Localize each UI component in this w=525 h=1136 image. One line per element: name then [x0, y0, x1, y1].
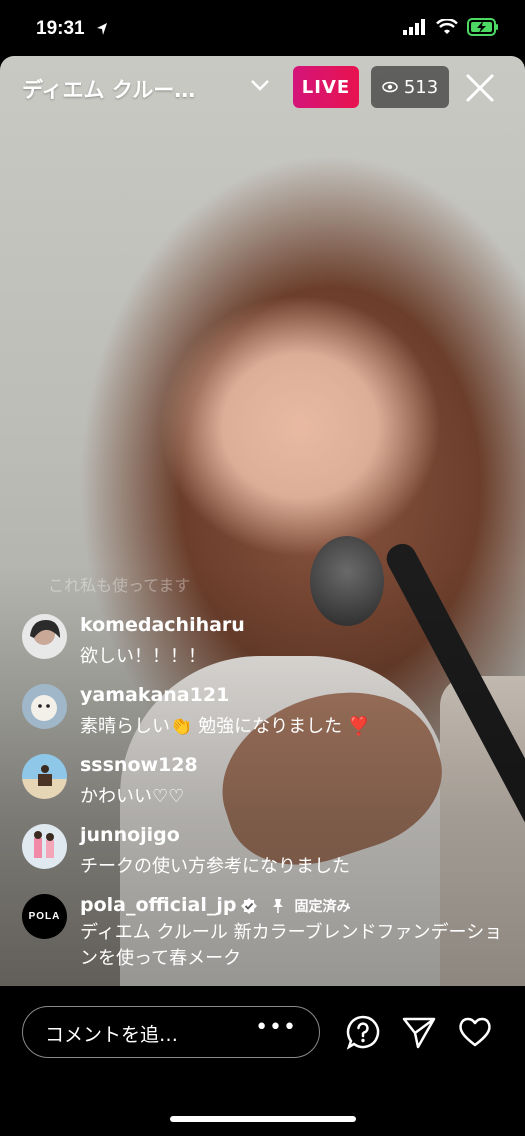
comment-username[interactable]: komedachiharu	[80, 614, 245, 636]
comment-username[interactable]: yamakana121	[80, 684, 229, 706]
comment-text: ディエム クルール 新カラーブレンドファンデーションを使って春メーク	[80, 922, 503, 969]
avatar[interactable]	[22, 824, 67, 869]
comment-username[interactable]: sssnow128	[80, 754, 198, 776]
avatar[interactable]	[22, 614, 67, 659]
heart-icon[interactable]	[457, 1014, 493, 1050]
question-icon[interactable]	[345, 1014, 381, 1050]
pinned-comment: POLA pola_official_jp 固定済み ディエム クルール 新カラ…	[22, 890, 512, 990]
comment-text: チークの使い方参考になりました	[80, 856, 350, 877]
wifi-icon	[436, 19, 458, 34]
comment-feed: komedachiharu 欲しい！！！！ yamakana121 素晴らしい👏…	[22, 610, 512, 990]
comment-text: かわいい♡♡	[80, 786, 185, 807]
status-bar: 19:31	[0, 0, 525, 56]
pola-avatar[interactable]: POLA	[22, 894, 67, 939]
live-label: LIVE	[301, 76, 351, 98]
faded-comment: これ私も使ってます	[48, 576, 191, 595]
comment-item: yamakana121 素晴らしい👏 勉強になりました ❣️	[22, 680, 512, 750]
comment-item: junnojigo チークの使い方参考になりました	[22, 820, 512, 890]
viewer-count-badge[interactable]: 513	[371, 66, 449, 108]
chevron-down-icon[interactable]	[250, 78, 270, 92]
more-options-button[interactable]: •••	[255, 1015, 297, 1040]
broadcast-title[interactable]: ディエム クルー…	[22, 74, 195, 104]
eye-icon	[382, 81, 398, 93]
viewer-count: 513	[403, 76, 439, 98]
location-arrow-icon	[97, 23, 107, 35]
comment-item: komedachiharu 欲しい！！！！	[22, 610, 512, 680]
battery-charging-icon	[467, 18, 498, 36]
cellular-signal-icon	[403, 19, 425, 35]
status-time: 19:31	[36, 18, 85, 39]
home-indicator[interactable]	[170, 1116, 356, 1122]
comment-username[interactable]: junnojigo	[80, 824, 180, 846]
send-icon[interactable]	[401, 1014, 437, 1050]
close-icon[interactable]	[464, 72, 496, 104]
comment-placeholder: コメントを追…	[45, 1024, 179, 1046]
pinned-comment-header: pola_official_jp 固定済み	[80, 894, 350, 916]
avatar[interactable]	[22, 754, 67, 799]
verified-badge-icon	[241, 897, 258, 914]
pinned-label: 固定済み	[294, 898, 351, 915]
comment-username[interactable]: pola_official_jp	[80, 894, 236, 916]
live-badge: LIVE	[293, 66, 359, 108]
comment-text: 素晴らしい👏 勉強になりました ❣️	[80, 716, 371, 737]
bottom-bar: コメントを追… •••	[0, 986, 525, 1136]
comment-item: sssnow128 かわいい♡♡	[22, 750, 512, 820]
live-top-bar: ディエム クルー… LIVE 513	[0, 56, 525, 120]
pin-icon	[273, 898, 284, 913]
avatar[interactable]	[22, 684, 67, 729]
avatar-text: POLA	[28, 911, 61, 922]
comment-input[interactable]: コメントを追… •••	[22, 1006, 320, 1058]
comment-text: 欲しい！！！！	[80, 646, 206, 667]
